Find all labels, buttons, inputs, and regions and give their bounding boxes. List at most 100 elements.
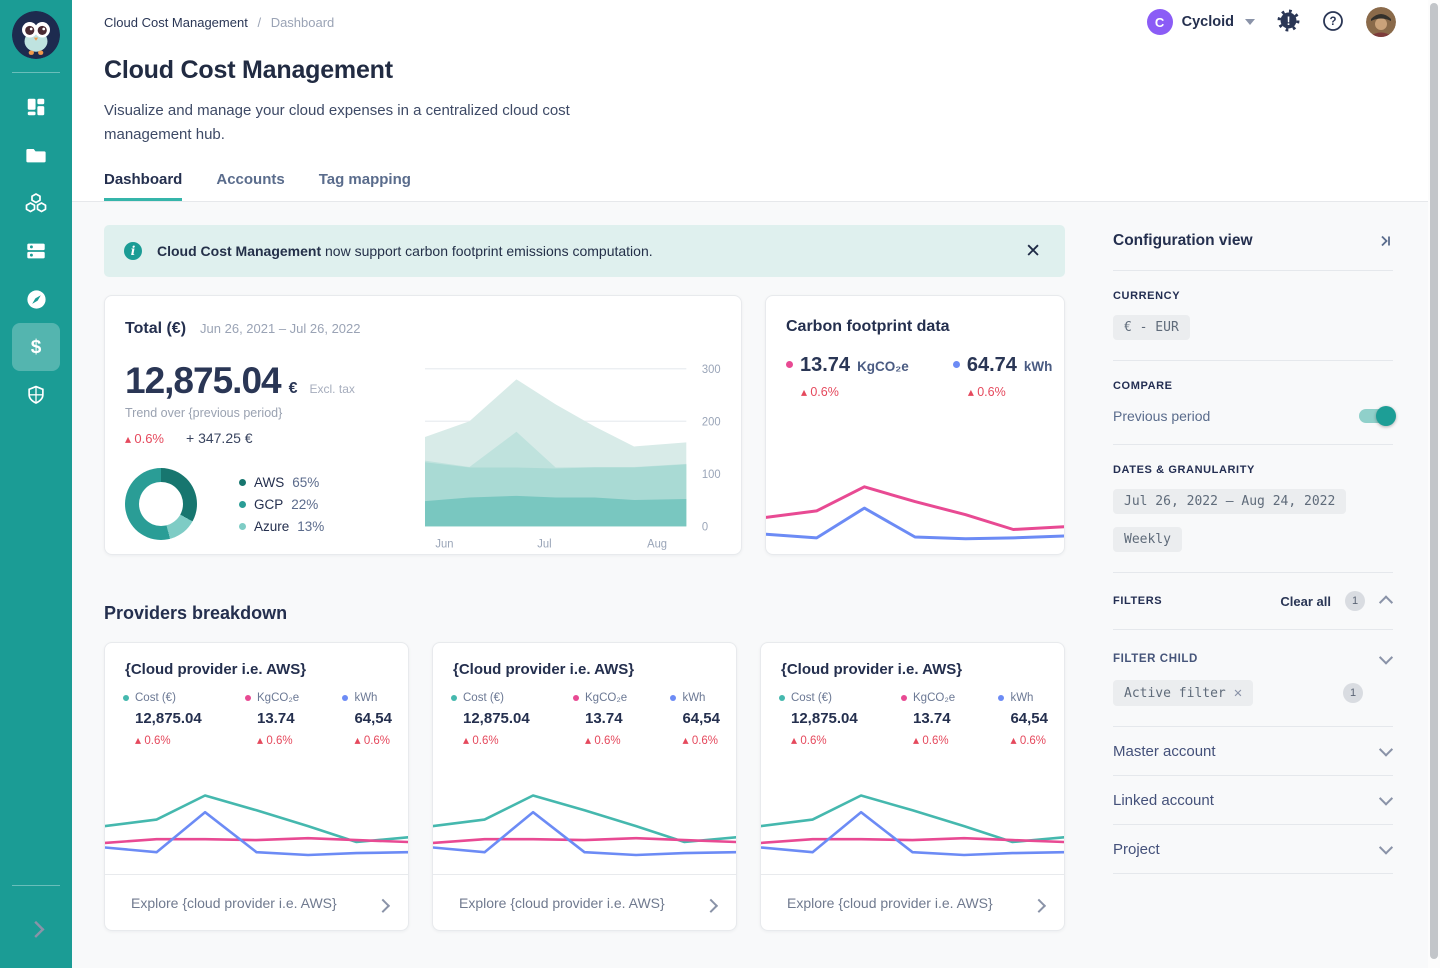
tab-dashboard[interactable]: Dashboard xyxy=(104,171,182,201)
legend-item-azure: Azure 13% xyxy=(239,519,324,534)
filter-child-label: FILTER CHILD xyxy=(1113,653,1198,665)
azure-dot-icon xyxy=(239,523,246,530)
sidebar-expand-button[interactable] xyxy=(12,902,60,950)
carbon-trend-chart xyxy=(766,478,1064,554)
chevron-right-icon xyxy=(704,896,718,910)
svg-text:!: ! xyxy=(1287,16,1291,28)
dates-granularity-label: DATES & GRANULARITY xyxy=(1113,464,1393,476)
teal-dot-icon xyxy=(451,695,457,701)
blue-dot-icon xyxy=(342,695,348,701)
provider-trend-chart xyxy=(105,788,408,874)
svg-text:?: ? xyxy=(1329,16,1336,28)
svg-text:Jul: Jul xyxy=(537,537,551,551)
scrollbar-thumb[interactable] xyxy=(1430,3,1438,959)
excl-tax-label: Excl. tax xyxy=(310,382,355,396)
chevron-right-icon xyxy=(28,918,45,935)
total-trend-chart: 0100200300JunJulAug xyxy=(425,356,741,554)
sidebar-divider xyxy=(12,72,60,73)
tab-tag-mapping[interactable]: Tag mapping xyxy=(319,171,411,201)
legend-item-gcp: GCP 22% xyxy=(239,497,324,512)
pink-dot-icon xyxy=(901,695,907,701)
provider-metric-kwh: kWh 64,54 0.6% xyxy=(998,692,1048,747)
divider xyxy=(1113,873,1393,874)
provider-metric-kgco2e: KgCO₂e 13.74 0.6% xyxy=(245,692,299,747)
provider-trend-chart xyxy=(761,788,1064,874)
total-cost-card: Total (€) Jun 26, 2021 – Jul 26, 2022 12… xyxy=(104,295,742,555)
providers-legend: AWS 65% GCP 22% xyxy=(239,475,324,534)
breadcrumb-parent[interactable]: Cloud Cost Management xyxy=(104,15,248,30)
blue-dot-icon xyxy=(998,695,1004,701)
notifications-button[interactable]: ! xyxy=(1277,9,1300,35)
user-avatar[interactable] xyxy=(1366,7,1396,37)
currency-chip[interactable]: € - EUR xyxy=(1113,315,1190,340)
close-icon[interactable]: ✕ xyxy=(1021,238,1045,265)
accordion-project[interactable]: Project xyxy=(1113,825,1393,873)
provider-metric-kwh: kWh 64,54 0.6% xyxy=(670,692,720,747)
info-banner: i Cloud Cost Management now support carb… xyxy=(104,225,1065,277)
info-icon: i xyxy=(124,242,142,260)
granularity-chip[interactable]: Weekly xyxy=(1113,527,1182,552)
scrollbar[interactable] xyxy=(1428,0,1440,968)
servers-icon xyxy=(25,240,47,262)
help-button[interactable]: ? xyxy=(1322,10,1344,35)
blue-dot-icon xyxy=(670,695,676,701)
provider-cards-row: {Cloud provider i.e. AWS} Cost (€) 12,87… xyxy=(104,642,1065,931)
chevron-down-icon[interactable] xyxy=(1379,652,1393,666)
total-date-range: Jun 26, 2021 – Jul 26, 2022 xyxy=(200,321,360,336)
org-switcher[interactable]: C Cycloid xyxy=(1147,9,1255,35)
clear-all-filters-button[interactable]: Clear all xyxy=(1280,594,1331,609)
page-header: Cloud Cost Management Visualize and mana… xyxy=(72,44,1440,201)
trend-up-badge: 0.6% xyxy=(125,431,164,446)
cycloid-logo[interactable] xyxy=(12,0,60,59)
svg-text:Aug: Aug xyxy=(647,537,667,551)
sidebar-item-infra[interactable] xyxy=(12,227,60,275)
teal-dot-icon xyxy=(123,695,129,701)
banner-text: Cloud Cost Management now support carbon… xyxy=(157,243,653,259)
breadcrumb-separator: / xyxy=(257,15,261,30)
page-title: Cloud Cost Management xyxy=(104,56,1396,85)
previous-period-toggle[interactable] xyxy=(1359,409,1393,423)
chevron-up-icon[interactable] xyxy=(1379,594,1393,608)
collapse-panel-icon[interactable] xyxy=(1377,233,1393,249)
sidebar-item-cost-management[interactable]: $ xyxy=(12,323,60,371)
provider-card: {Cloud provider i.e. AWS} Cost (€) 12,87… xyxy=(104,642,409,931)
pink-dot-icon xyxy=(245,695,251,701)
cubes-icon xyxy=(24,191,48,215)
explore-provider-button[interactable]: Explore {cloud provider i.e. AWS} xyxy=(433,874,736,930)
remove-filter-icon[interactable]: ✕ xyxy=(1234,685,1242,701)
sidebar-item-projects[interactable] xyxy=(12,131,60,179)
providers-heading: Providers breakdown xyxy=(104,603,1065,624)
date-range-chip[interactable]: Jul 26, 2022 — Aug 24, 2022 xyxy=(1113,489,1346,514)
total-card-title: Total (€) xyxy=(125,320,186,338)
carbon-metric-kwh: 64.74 kWh 0.6% xyxy=(953,354,1053,399)
breadcrumb: Cloud Cost Management / Dashboard xyxy=(104,15,334,30)
compass-icon xyxy=(25,288,48,311)
active-filter-chip[interactable]: Active filter ✕ xyxy=(1113,680,1253,706)
currency-symbol: € xyxy=(289,380,298,398)
sidebar-item-security[interactable] xyxy=(12,371,60,419)
explore-provider-button[interactable]: Explore {cloud provider i.e. AWS} xyxy=(105,874,408,930)
chevron-right-icon xyxy=(376,896,390,910)
trend-amount: + 347.25 € xyxy=(186,430,253,446)
gear-alert-icon: ! xyxy=(1277,9,1300,35)
org-avatar: C xyxy=(1147,9,1173,35)
currency-label: CURRENCY xyxy=(1113,290,1393,302)
explore-provider-button[interactable]: Explore {cloud provider i.e. AWS} xyxy=(761,874,1064,930)
sidebar-divider xyxy=(12,885,60,886)
sidebar-item-stacks[interactable] xyxy=(12,179,60,227)
org-name: Cycloid xyxy=(1182,14,1234,30)
chevron-down-icon xyxy=(1245,19,1255,25)
folder-icon xyxy=(25,144,47,166)
tab-accounts[interactable]: Accounts xyxy=(216,171,284,201)
sidebar-item-observe[interactable] xyxy=(12,275,60,323)
sidebar-item-dashboard[interactable] xyxy=(12,83,60,131)
carbon-footprint-card: Carbon footprint data 13.74 KgCO₂e 0.6% xyxy=(765,295,1065,555)
previous-period-label: Previous period xyxy=(1113,408,1210,424)
accordion-master-account[interactable]: Master account xyxy=(1113,727,1393,775)
blue-dot-icon xyxy=(953,361,960,368)
shield-icon xyxy=(25,384,47,406)
question-mark-icon: ? xyxy=(1322,10,1344,35)
accordion-linked-account[interactable]: Linked account xyxy=(1113,776,1393,824)
trend-over-label: Trend over {previous period} xyxy=(125,406,425,420)
provider-metric-kwh: kWh 64,54 0.6% xyxy=(342,692,392,747)
